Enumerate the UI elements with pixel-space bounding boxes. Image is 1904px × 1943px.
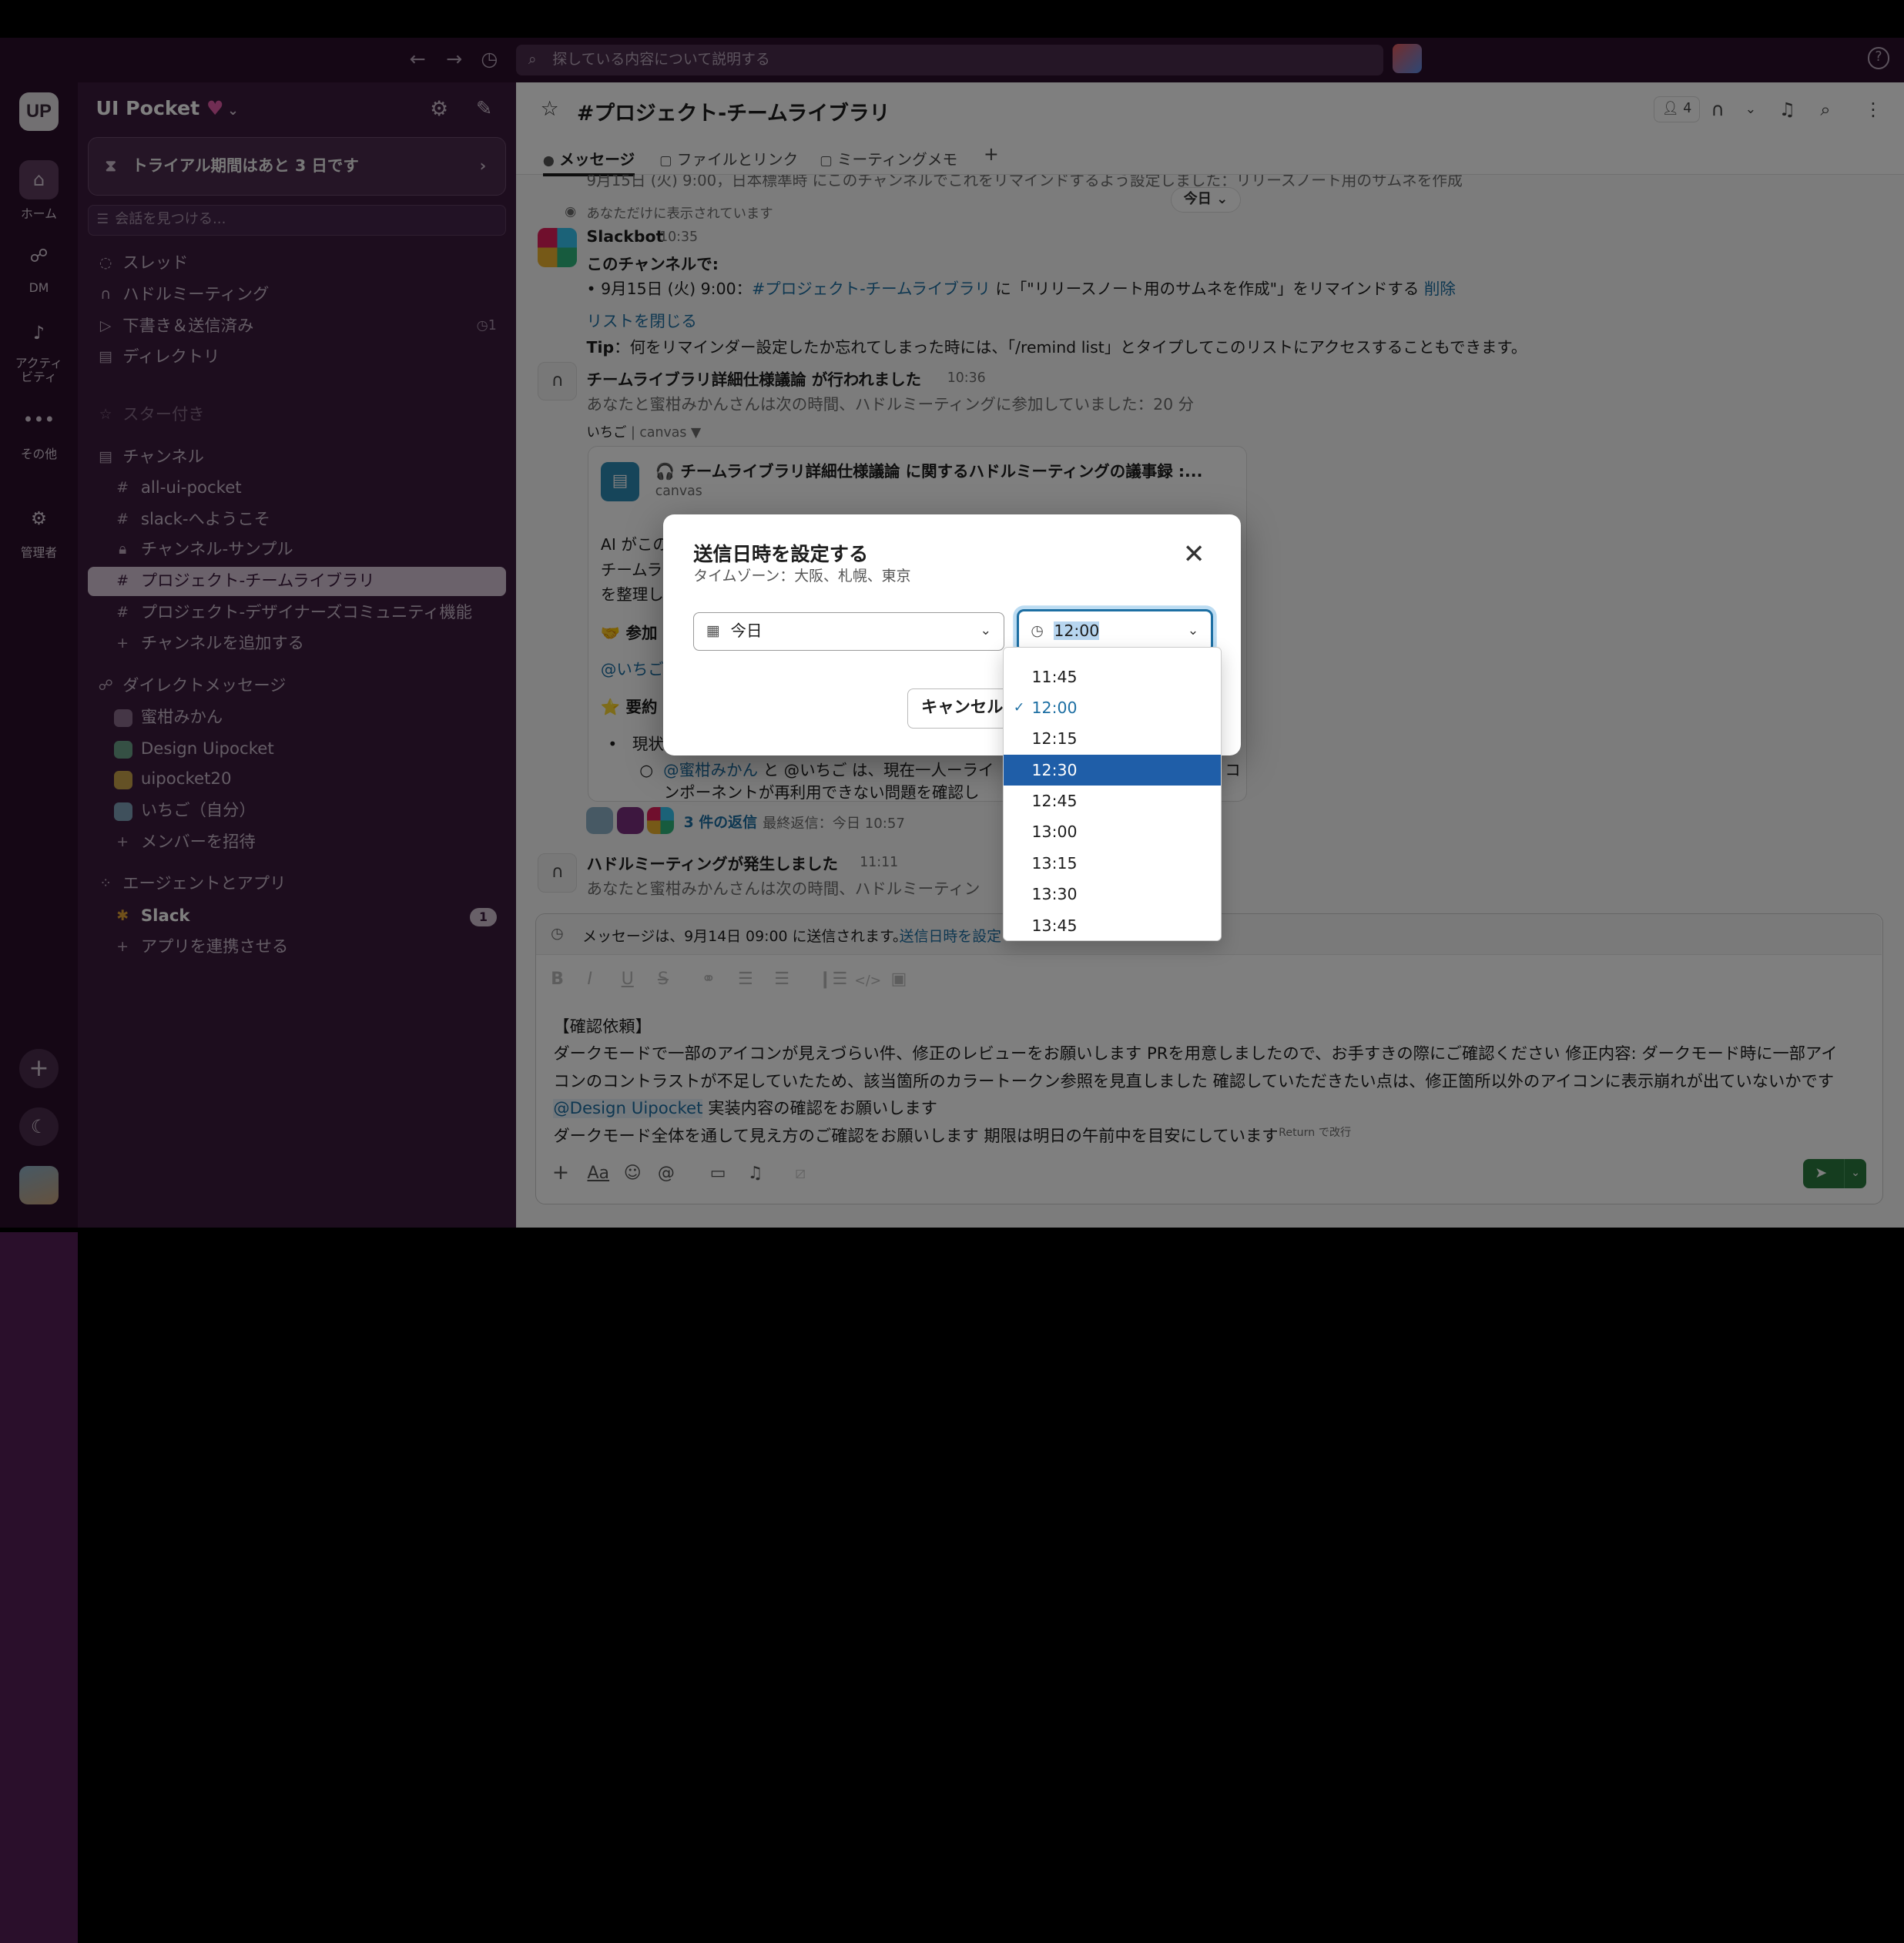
time-option-label: 13:30 <box>1031 885 1078 904</box>
time-dropdown: 11:45 ✓ 12:00 12:15 12:30 12:45 13:00 13:… <box>1003 647 1222 941</box>
dialog-subtitle: タイムゾーン：大阪、札幌、東京 <box>693 568 911 585</box>
time-option[interactable]: 13:15 <box>1004 848 1221 879</box>
time-option-label: 13:45 <box>1031 916 1078 935</box>
time-option[interactable]: 12:15 <box>1004 723 1221 754</box>
time-option-label: 12:45 <box>1031 792 1078 811</box>
time-option-label: 12:30 <box>1031 760 1078 779</box>
dialog-title: 送信日時を設定する <box>693 543 869 565</box>
date-value: 今日 <box>730 621 763 640</box>
calendar-icon: ▦ <box>706 621 720 639</box>
time-option-label: 12:15 <box>1031 729 1078 749</box>
close-icon[interactable]: ✕ <box>1183 541 1205 568</box>
date-select[interactable]: ▦ 今日 ⌄ <box>693 611 1004 652</box>
clock-icon: ◷ <box>1031 622 1044 640</box>
time-value: 12:00 <box>1054 621 1100 641</box>
chevron-down-icon: ⌄ <box>980 622 992 638</box>
time-option[interactable]: 13:00 <box>1004 816 1221 847</box>
time-option-highlighted[interactable]: 12:30 <box>1004 754 1222 786</box>
time-option-label: 13:15 <box>1031 853 1078 873</box>
time-option[interactable]: 12:45 <box>1004 786 1221 816</box>
bottom-edge <box>0 1227 1904 1233</box>
chevron-down-icon: ⌄ <box>1187 623 1199 639</box>
time-option[interactable]: 11:45 <box>1004 662 1221 692</box>
time-option-selected[interactable]: ✓ 12:00 <box>1004 692 1221 723</box>
time-option[interactable]: 13:30 <box>1004 879 1221 910</box>
time-option-label: 11:45 <box>1031 667 1078 686</box>
time-option-label: 12:00 <box>1031 698 1078 718</box>
check-icon: ✓ <box>1013 700 1025 716</box>
time-option-label: 13:00 <box>1031 822 1078 842</box>
time-option[interactable]: 13:45 <box>1004 910 1221 940</box>
